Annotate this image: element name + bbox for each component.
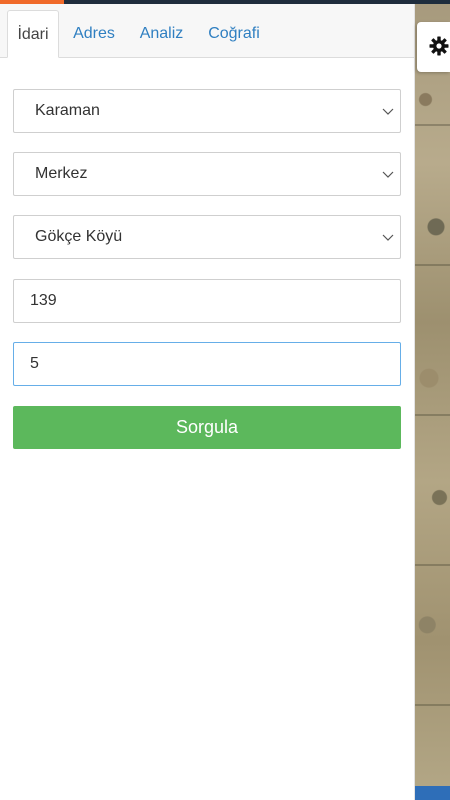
district-select[interactable]: Merkez [13, 152, 401, 196]
map-terrain [415, 264, 450, 266]
district-select-value: Merkez [35, 165, 88, 182]
block-number-input[interactable]: 139 [13, 279, 401, 323]
map-settings-button[interactable] [417, 22, 450, 72]
chevron-down-icon [382, 171, 394, 178]
query-button[interactable]: Sorgula [13, 406, 401, 449]
query-panel: İdari Adres Analiz Coğrafi Karaman Merke… [0, 4, 415, 800]
block-number-value: 139 [30, 292, 57, 309]
tab-bar: İdari Adres Analiz Coğrafi [0, 4, 414, 58]
neighborhood-select-value: Gökçe Köyü [35, 228, 123, 245]
tab-idari[interactable]: İdari [7, 10, 59, 58]
satellite-map[interactable] [415, 4, 450, 800]
tab-adres[interactable]: Adres [66, 10, 122, 57]
province-select[interactable]: Karaman [13, 89, 401, 133]
neighborhood-select[interactable]: Gökçe Köyü [13, 215, 401, 259]
map-terrain [415, 414, 450, 416]
province-select-value: Karaman [35, 102, 100, 119]
map-terrain [415, 704, 450, 706]
map-terrain [415, 564, 450, 566]
gear-icon [429, 36, 449, 56]
parcel-number-input[interactable]: 5 [13, 342, 401, 386]
chevron-down-icon [382, 234, 394, 241]
map-terrain [415, 124, 450, 126]
map-bottom-bar [415, 786, 450, 800]
tab-analiz[interactable]: Analiz [132, 10, 191, 57]
tab-cografi[interactable]: Coğrafi [201, 10, 267, 57]
chevron-down-icon [382, 108, 394, 115]
parcel-number-value: 5 [30, 355, 39, 372]
